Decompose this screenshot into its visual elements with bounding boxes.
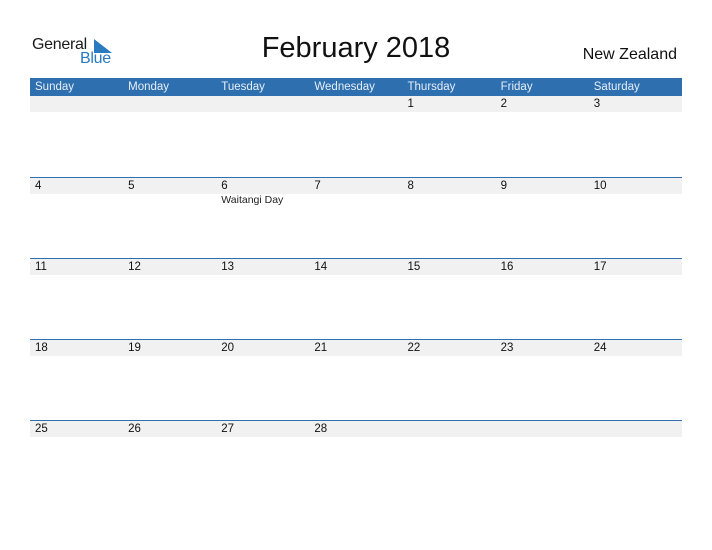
week-row: 11 12 13 14 15 16 17	[30, 258, 682, 339]
day-number: 24	[593, 342, 607, 354]
day-cell: 14	[309, 259, 402, 275]
day-number: 4	[35, 180, 42, 192]
day-number: 19	[128, 342, 141, 354]
country-label: New Zealand	[582, 46, 677, 63]
weekday-monday: Monday	[128, 81, 170, 93]
day-cell	[309, 96, 402, 112]
week-row: 1 2 3	[30, 96, 682, 177]
day-number: 15	[407, 261, 421, 273]
day-cell: 7	[309, 178, 402, 207]
day-cell: 28	[309, 421, 402, 437]
day-cell: 2	[496, 96, 589, 112]
day-cell: 18	[30, 340, 123, 356]
day-cell: 4	[30, 178, 123, 207]
day-cell: 5	[123, 178, 216, 207]
holiday-label: Waitangi Day	[221, 194, 284, 206]
day-number: 3	[593, 98, 601, 110]
day-number: 7	[314, 180, 321, 192]
day-number	[128, 96, 216, 112]
day-cell: 27	[216, 421, 309, 437]
day-cell: 25	[30, 421, 123, 437]
day-cell: 16	[496, 259, 589, 275]
day-number: 14	[314, 261, 328, 273]
week-row: 4 5 6 Waitangi Day 7 8 9 10	[30, 177, 682, 258]
day-cell: 12	[123, 259, 216, 275]
day-number: 12	[128, 261, 141, 273]
day-number: 21	[314, 342, 328, 354]
day-cell: 26	[123, 421, 216, 437]
weekday-sunday: Sunday	[35, 81, 75, 93]
weekday-saturday: Saturday	[593, 81, 640, 93]
day-cell: 22	[403, 340, 496, 356]
day-cell: 24	[589, 340, 682, 356]
day-cell: 19	[123, 340, 216, 356]
calendar-grid: 1 2 3 4 5 6 Waitangi Day 7 8 9 10 11 12 13 14 15 16 17 18 1…	[30, 96, 682, 501]
day-cell: 23	[496, 340, 589, 356]
day-cell: 21	[309, 340, 402, 356]
day-number: 9	[500, 180, 508, 192]
weekday-header: Sunday Monday Tuesday Wednesday Thursday Frid…	[30, 78, 682, 96]
day-number: 5	[128, 180, 135, 192]
day-cell: 1	[403, 96, 496, 112]
day-number	[221, 96, 309, 112]
day-number: 11	[35, 261, 47, 273]
day-number	[501, 421, 589, 437]
day-cell: 10	[589, 178, 682, 207]
weekday-thursday: Thursday	[407, 81, 456, 93]
day-number	[314, 96, 402, 112]
day-number: 27	[221, 423, 235, 435]
day-number: 10	[593, 180, 607, 192]
day-cell: 6 Waitangi Day	[216, 178, 309, 207]
week-row: 18 19 20 21 22 23 24	[30, 339, 682, 420]
day-cell: 17	[589, 259, 682, 275]
day-number: 2	[500, 98, 508, 110]
day-number: 13	[221, 261, 235, 273]
day-cell: 3	[589, 96, 682, 112]
day-number: 17	[593, 261, 607, 273]
day-number: 8	[407, 180, 414, 192]
day-number: 22	[407, 342, 421, 354]
day-cell	[589, 421, 682, 437]
day-cell	[216, 96, 309, 112]
day-cell: 13	[216, 259, 309, 275]
day-cell	[123, 96, 216, 112]
day-cell: 20	[216, 340, 309, 356]
day-number: 6	[221, 180, 228, 192]
day-cell: 8	[403, 178, 496, 207]
day-number: 28	[314, 423, 328, 435]
day-cell	[30, 96, 123, 112]
weekday-wednesday: Wednesday	[314, 81, 375, 93]
day-cell	[496, 421, 589, 437]
day-number: 25	[35, 423, 48, 435]
day-number	[35, 96, 123, 112]
day-number	[408, 421, 496, 437]
day-number: 23	[500, 342, 514, 354]
weekday-friday: Friday	[500, 81, 533, 93]
day-cell	[403, 421, 496, 437]
day-cell: 11	[30, 259, 123, 275]
day-number	[594, 421, 682, 437]
week-row: 25 26 27 28	[30, 420, 682, 501]
day-cell: 15	[403, 259, 496, 275]
day-number: 26	[128, 423, 141, 435]
day-number: 16	[500, 261, 514, 273]
day-number: 20	[221, 342, 235, 354]
day-cell: 9	[496, 178, 589, 207]
weekday-tuesday: Tuesday	[221, 81, 265, 93]
day-number: 1	[407, 98, 414, 110]
day-number: 18	[35, 342, 48, 354]
